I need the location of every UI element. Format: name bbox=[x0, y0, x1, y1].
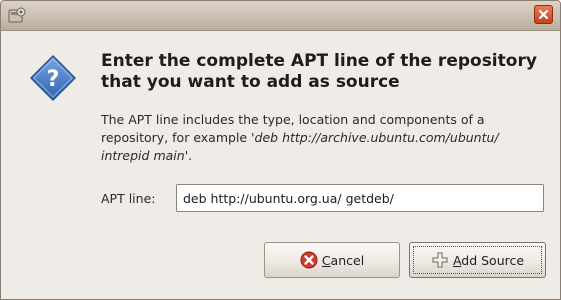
add-icon bbox=[431, 251, 449, 269]
close-button[interactable] bbox=[534, 5, 553, 24]
cancel-button[interactable]: Cancel bbox=[264, 242, 400, 278]
apt-line-label: APT line: bbox=[101, 191, 156, 206]
close-icon bbox=[538, 9, 549, 20]
description-end: '. bbox=[184, 148, 193, 163]
dialog-content: ? Enter the complete APT line of the rep… bbox=[1, 31, 560, 299]
cancel-icon bbox=[300, 251, 318, 269]
dialog-window: ? Enter the complete APT line of the rep… bbox=[0, 0, 561, 300]
dialog-heading: Enter the complete APT line of the repos… bbox=[101, 51, 537, 92]
add-source-button-label: Add Source bbox=[452, 252, 525, 268]
svg-text:?: ? bbox=[47, 67, 60, 92]
cancel-button-label: Cancel bbox=[321, 252, 365, 268]
question-icon: ? bbox=[29, 54, 77, 102]
apt-line-input[interactable] bbox=[176, 184, 544, 212]
dialog-description: The APT line includes the type, location… bbox=[101, 111, 541, 165]
add-source-button[interactable]: Add Source bbox=[409, 242, 546, 278]
repository-dialog-icon bbox=[8, 7, 26, 24]
title-bar bbox=[1, 1, 560, 31]
